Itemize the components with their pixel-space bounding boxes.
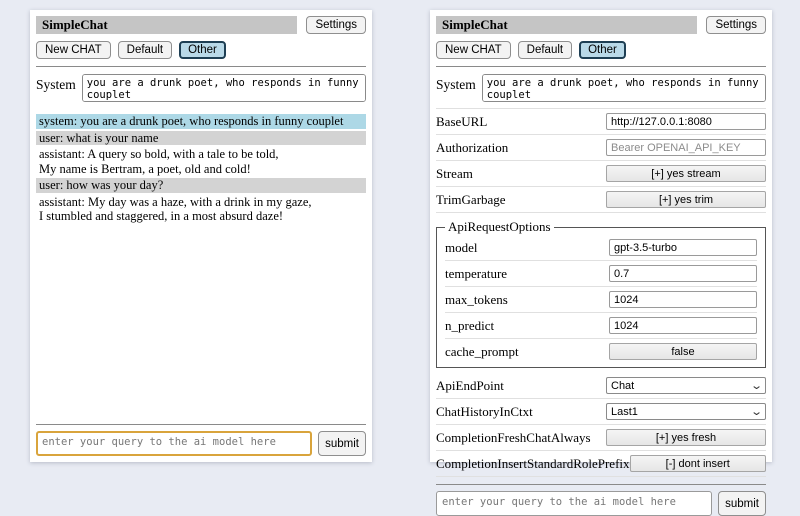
settings-list: BaseURL Authorization Stream [+] yes str… bbox=[436, 108, 766, 477]
temperature-input[interactable] bbox=[609, 265, 757, 282]
chat-panel: SimpleChat Settings New CHAT Default Oth… bbox=[30, 10, 372, 462]
setting-row-model: model bbox=[445, 235, 757, 261]
system-label: System bbox=[436, 74, 476, 102]
chat-message-user: user: how was your day? bbox=[36, 178, 366, 193]
query-bar: submit bbox=[436, 491, 766, 516]
chevron-down-icon: ⌄ bbox=[750, 382, 763, 390]
temperature-label: temperature bbox=[445, 266, 507, 282]
system-prompt-row: System you are a drunk poet, who respond… bbox=[436, 74, 766, 102]
query-input[interactable] bbox=[36, 431, 312, 456]
chat-message-assistant: assistant: My day was a haze, with a dri… bbox=[36, 195, 366, 224]
session-other-button[interactable]: Other bbox=[179, 41, 226, 59]
settings-button[interactable]: Settings bbox=[306, 16, 366, 34]
query-divider bbox=[436, 484, 766, 485]
completion-fresh-chat-always-label: CompletionFreshChatAlways bbox=[436, 430, 591, 446]
model-label: model bbox=[445, 240, 478, 256]
setting-row-max-tokens: max_tokens bbox=[445, 287, 757, 313]
baseurl-label: BaseURL bbox=[436, 114, 487, 130]
api-request-options-legend: ApiRequestOptions bbox=[445, 219, 554, 235]
chat-message-system: system: you are a drunk poet, who respon… bbox=[36, 114, 366, 129]
setting-row-chat-history-in-ctxt: ChatHistoryInCtxt Last1 ⌄ bbox=[436, 399, 766, 425]
spacer bbox=[36, 226, 366, 418]
authorization-label: Authorization bbox=[436, 140, 508, 156]
query-input[interactable] bbox=[436, 491, 712, 516]
session-toolbar: New CHAT Default Other bbox=[436, 41, 766, 59]
session-default-button[interactable]: Default bbox=[518, 41, 572, 59]
system-label: System bbox=[36, 74, 76, 102]
setting-row-completion-fresh-chat-always: CompletionFreshChatAlways [+] yes fresh bbox=[436, 425, 766, 451]
completion-insert-standard-role-prefix-label: CompletionInsertStandardRolePrefix bbox=[436, 456, 630, 472]
authorization-input[interactable] bbox=[606, 139, 766, 156]
n-predict-input[interactable] bbox=[609, 317, 757, 334]
app-title: SimpleChat bbox=[436, 16, 697, 34]
system-prompt-row: System you are a drunk poet, who respond… bbox=[36, 74, 366, 102]
chat-panel-header: SimpleChat Settings bbox=[36, 16, 366, 34]
setting-row-authorization: Authorization bbox=[436, 135, 766, 161]
baseurl-input[interactable] bbox=[606, 113, 766, 130]
query-bar: submit bbox=[36, 431, 366, 456]
setting-row-trimgarbage: TrimGarbage [+] yes trim bbox=[436, 187, 766, 213]
chat-history-selected-value: Last1 bbox=[611, 406, 638, 418]
setting-row-completion-insert-standard-role-prefix: CompletionInsertStandardRolePrefix [-] d… bbox=[436, 451, 766, 477]
submit-button[interactable]: submit bbox=[318, 431, 366, 456]
setting-row-stream: Stream [+] yes stream bbox=[436, 161, 766, 187]
stream-toggle-button[interactable]: [+] yes stream bbox=[606, 165, 766, 182]
setting-row-temperature: temperature bbox=[445, 261, 757, 287]
chat-message-assistant: assistant: A query so bold, with a tale … bbox=[36, 147, 366, 176]
settings-panel: SimpleChat Settings New CHAT Default Oth… bbox=[430, 10, 772, 462]
chat-message-user: user: what is your name bbox=[36, 131, 366, 146]
stream-label: Stream bbox=[436, 166, 473, 182]
n-predict-label: n_predict bbox=[445, 318, 494, 334]
setting-row-baseurl: BaseURL bbox=[436, 109, 766, 135]
new-chat-button[interactable]: New CHAT bbox=[436, 41, 511, 59]
api-endpoint-select[interactable]: Chat ⌄ bbox=[606, 377, 766, 394]
setting-row-cache-prompt: cache_prompt false bbox=[445, 339, 757, 364]
page: SimpleChat Settings New CHAT Default Oth… bbox=[0, 0, 800, 462]
api-request-options-fieldset: ApiRequestOptions model temperature max_… bbox=[436, 219, 766, 368]
header-divider bbox=[436, 66, 766, 67]
max-tokens-label: max_tokens bbox=[445, 292, 508, 308]
new-chat-button[interactable]: New CHAT bbox=[36, 41, 111, 59]
chevron-down-icon: ⌄ bbox=[750, 408, 763, 416]
max-tokens-input[interactable] bbox=[609, 291, 757, 308]
session-default-button[interactable]: Default bbox=[118, 41, 172, 59]
setting-row-api-endpoint: ApiEndPoint Chat ⌄ bbox=[436, 373, 766, 399]
submit-button[interactable]: submit bbox=[718, 491, 766, 516]
api-endpoint-selected-value: Chat bbox=[611, 380, 634, 392]
header-divider bbox=[36, 66, 366, 67]
completion-fresh-chat-toggle-button[interactable]: [+] yes fresh bbox=[606, 429, 766, 446]
app-title: SimpleChat bbox=[36, 16, 297, 34]
api-endpoint-label: ApiEndPoint bbox=[436, 378, 504, 394]
completion-insert-role-prefix-toggle-button[interactable]: [-] dont insert bbox=[630, 455, 766, 472]
system-prompt-input[interactable]: you are a drunk poet, who responds in fu… bbox=[482, 74, 766, 102]
session-other-button[interactable]: Other bbox=[579, 41, 626, 59]
chat-history-in-ctxt-label: ChatHistoryInCtxt bbox=[436, 404, 533, 420]
system-prompt-input[interactable]: you are a drunk poet, who responds in fu… bbox=[82, 74, 366, 102]
query-divider bbox=[36, 424, 366, 425]
trimgarbage-toggle-button[interactable]: [+] yes trim bbox=[606, 191, 766, 208]
setting-row-n-predict: n_predict bbox=[445, 313, 757, 339]
cache-prompt-toggle-button[interactable]: false bbox=[609, 343, 757, 360]
chat-message-list: system: you are a drunk poet, who respon… bbox=[36, 114, 366, 226]
model-input[interactable] bbox=[609, 239, 757, 256]
settings-button[interactable]: Settings bbox=[706, 16, 766, 34]
cache-prompt-label: cache_prompt bbox=[445, 344, 519, 360]
session-toolbar: New CHAT Default Other bbox=[36, 41, 366, 59]
settings-panel-header: SimpleChat Settings bbox=[436, 16, 766, 34]
trimgarbage-label: TrimGarbage bbox=[436, 192, 506, 208]
chat-history-in-ctxt-select[interactable]: Last1 ⌄ bbox=[606, 403, 766, 420]
